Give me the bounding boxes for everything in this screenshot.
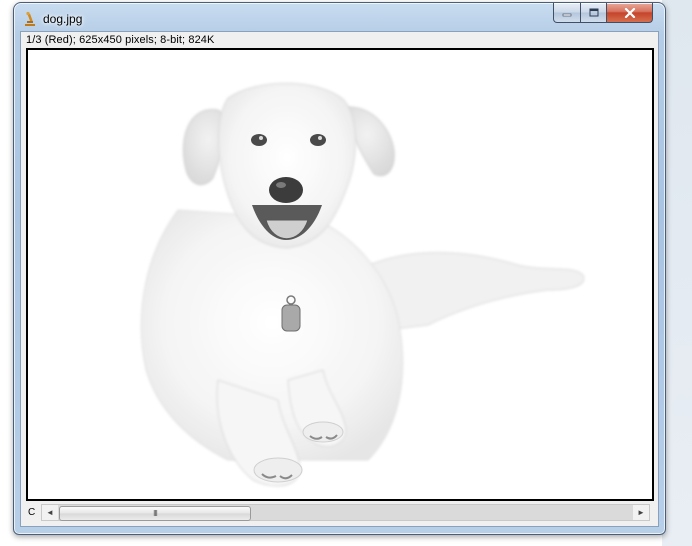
channel-slider-label: C	[28, 507, 36, 518]
desktop-background	[662, 0, 692, 546]
scroll-left-button[interactable]: ◄	[42, 505, 58, 520]
close-icon	[624, 7, 635, 18]
maximize-button[interactable]	[581, 3, 607, 23]
dog-photo	[28, 50, 652, 499]
scrollbar-thumb[interactable]: III	[59, 506, 251, 521]
channel-scrollbar[interactable]: ◄ III ►	[41, 504, 650, 521]
title-bar[interactable]: dog.jpg	[14, 3, 665, 31]
scroll-right-button[interactable]: ►	[633, 505, 649, 520]
window-client-area: 1/3 (Red); 625x450 pixels; 8-bit; 824K C…	[20, 31, 659, 527]
close-button[interactable]	[607, 3, 653, 23]
image-window: dog.jpg 1/3 (Red); 625x450 pixels; 8-bit…	[13, 2, 666, 535]
grip-icon: III	[153, 509, 158, 518]
caption-buttons	[553, 3, 656, 23]
arrow-right-icon: ►	[637, 508, 645, 517]
imagej-microscope-icon	[25, 11, 35, 26]
arrow-left-icon: ◄	[46, 508, 54, 517]
image-info-text: 1/3 (Red); 625x450 pixels; 8-bit; 824K	[26, 34, 215, 46]
image-canvas[interactable]	[26, 48, 654, 501]
minimize-button[interactable]	[553, 3, 581, 23]
maximize-icon	[589, 8, 598, 17]
minimize-icon	[562, 13, 572, 16]
window-title: dog.jpg	[43, 12, 83, 26]
